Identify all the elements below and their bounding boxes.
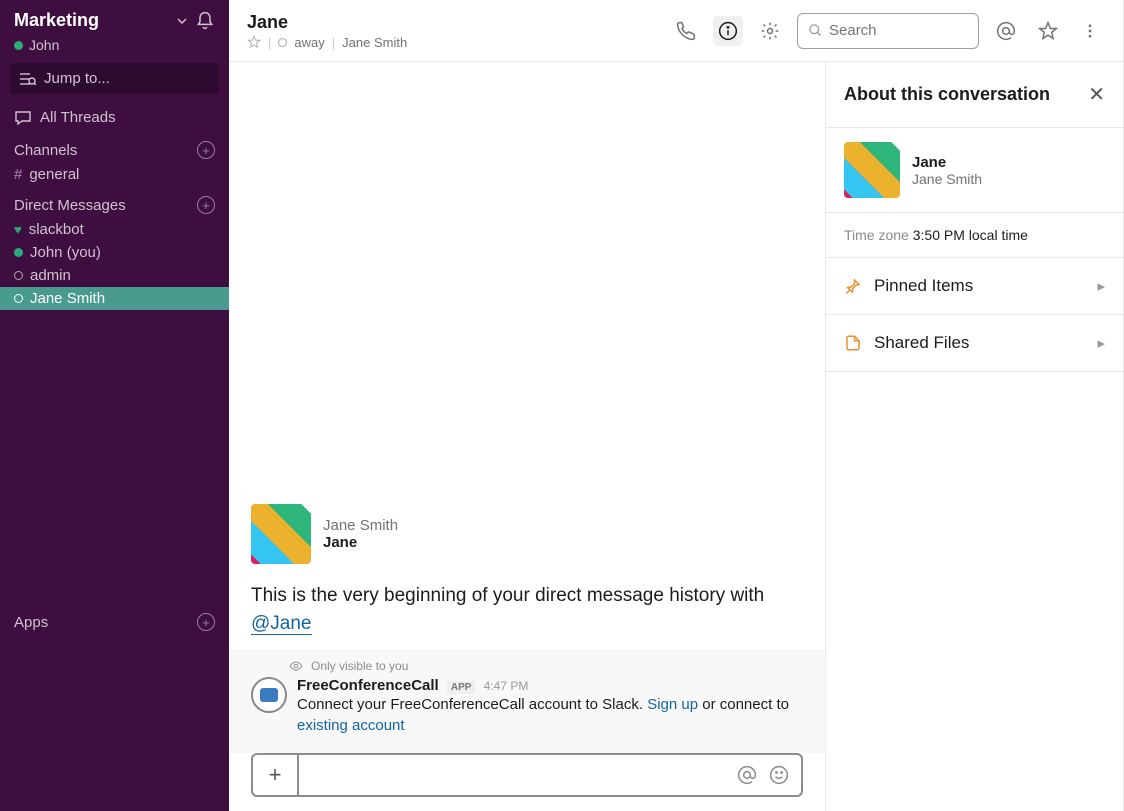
timezone-row: Time zone 3:50 PM local time: [826, 213, 1123, 258]
pin-icon: [844, 277, 862, 295]
details-title: About this conversation: [844, 84, 1050, 105]
dm-section-header[interactable]: Direct Messages +: [0, 186, 229, 218]
all-threads-item[interactable]: All Threads: [0, 104, 229, 131]
pinned-items-section[interactable]: Pinned Items ▸: [826, 258, 1123, 315]
dm-name: admin: [30, 267, 71, 284]
mentions-icon[interactable]: [991, 16, 1021, 46]
workspace-name: Marketing: [14, 10, 99, 31]
jump-to-icon: [20, 72, 36, 86]
message-text: Connect your FreeConferenceCall account …: [297, 694, 803, 738]
presence-active-icon: [14, 41, 23, 50]
channels-section-header[interactable]: Channels +: [0, 131, 229, 163]
conversation-intro: Jane Smith Jane This is the very beginni…: [229, 492, 825, 649]
intro-text: This is the very beginning of your direc…: [251, 582, 803, 637]
timezone-label: Time zone: [844, 227, 909, 243]
presence-active-icon: [14, 248, 23, 257]
info-icon[interactable]: [713, 16, 743, 46]
chevron-down-icon: [177, 16, 187, 26]
message-time: 4:47 PM: [484, 679, 529, 693]
channels-label: Channels: [14, 142, 77, 159]
call-icon[interactable]: [671, 16, 701, 46]
sidebar: Marketing John Jump to... All Threads Ch…: [0, 0, 229, 811]
channel-item-general[interactable]: # general: [0, 163, 229, 186]
current-user-name: John: [29, 37, 59, 53]
conversation-fullname: Jane Smith: [342, 35, 407, 50]
presence-away-icon: [14, 271, 23, 280]
bell-icon[interactable]: [195, 11, 215, 31]
signup-link[interactable]: Sign up: [647, 696, 698, 713]
shared-files-section[interactable]: Shared Files ▸: [826, 315, 1123, 372]
pinned-label: Pinned Items: [874, 276, 973, 296]
jump-to-button[interactable]: Jump to...: [10, 63, 219, 94]
intro-mention-link[interactable]: @Jane: [251, 613, 312, 635]
channel-topbar: Jane | away | Jane Smith: [229, 0, 1123, 62]
avatar: [251, 504, 311, 564]
intro-handle: Jane: [323, 534, 398, 551]
details-user-row[interactable]: Jane Jane Smith: [826, 128, 1123, 213]
dm-name: John (you): [30, 244, 101, 261]
message-input[interactable]: [299, 755, 725, 795]
presence-away-icon: [278, 38, 287, 47]
gear-icon[interactable]: [755, 16, 785, 46]
jump-to-label: Jump to...: [44, 70, 110, 87]
existing-account-link[interactable]: existing account: [297, 717, 405, 734]
chat-column: Jane Smith Jane This is the very beginni…: [229, 62, 825, 811]
emoji-icon[interactable]: [769, 765, 789, 785]
channel-name: general: [29, 166, 79, 183]
add-app-icon[interactable]: +: [197, 613, 215, 631]
hash-icon: #: [14, 166, 22, 183]
intro-fullname: Jane Smith: [323, 517, 398, 534]
dm-item-admin[interactable]: admin: [0, 264, 229, 287]
message-sender[interactable]: FreeConferenceCall: [297, 677, 439, 694]
conversation-title: Jane: [247, 12, 659, 33]
dm-item-self[interactable]: John (you): [0, 241, 229, 264]
system-message: Only visible to you FreeConferenceCall A…: [229, 650, 825, 754]
dm-label: Direct Messages: [14, 197, 126, 214]
star-list-icon[interactable]: [1033, 16, 1063, 46]
visibility-label: Only visible to you: [311, 659, 408, 673]
apps-label: Apps: [14, 614, 48, 631]
star-icon[interactable]: [247, 35, 261, 49]
more-vertical-icon[interactable]: [1075, 16, 1105, 46]
add-dm-icon[interactable]: +: [197, 196, 215, 214]
details-name: Jane: [912, 154, 982, 171]
presence-label: away: [294, 35, 324, 50]
app-badge: APP: [447, 681, 476, 694]
current-user-row[interactable]: John: [0, 35, 229, 63]
dm-item-slackbot[interactable]: ♥ slackbot: [0, 218, 229, 241]
timezone-value: 3:50 PM local time: [913, 227, 1028, 243]
dm-item-jane[interactable]: Jane Smith: [0, 287, 229, 310]
all-threads-label: All Threads: [40, 109, 116, 126]
details-panel: About this conversation ✕ Jane Jane Smit…: [825, 62, 1123, 811]
mention-icon[interactable]: [737, 765, 757, 785]
close-icon[interactable]: ✕: [1088, 82, 1105, 107]
add-channel-icon[interactable]: +: [197, 141, 215, 159]
workspace-header[interactable]: Marketing: [0, 0, 229, 35]
apps-section-header[interactable]: Apps +: [0, 603, 229, 811]
eye-icon: [289, 659, 303, 673]
attach-button[interactable]: +: [253, 755, 299, 795]
presence-away-icon: [14, 294, 23, 303]
avatar: [844, 142, 900, 198]
main-area: Jane | away | Jane Smith: [229, 0, 1124, 811]
heart-icon: ♥: [14, 222, 22, 237]
shared-label: Shared Files: [874, 333, 969, 353]
details-fullname: Jane Smith: [912, 171, 982, 187]
caret-right-icon: ▸: [1097, 277, 1105, 295]
caret-right-icon: ▸: [1097, 334, 1105, 352]
search-icon: [808, 23, 823, 38]
app-avatar: [251, 677, 287, 713]
dm-name: Jane Smith: [30, 290, 105, 307]
dm-name: slackbot: [29, 221, 84, 238]
search-box[interactable]: [797, 13, 979, 49]
file-icon: [844, 334, 862, 352]
threads-icon: [14, 110, 32, 126]
message-composer: +: [229, 753, 825, 811]
